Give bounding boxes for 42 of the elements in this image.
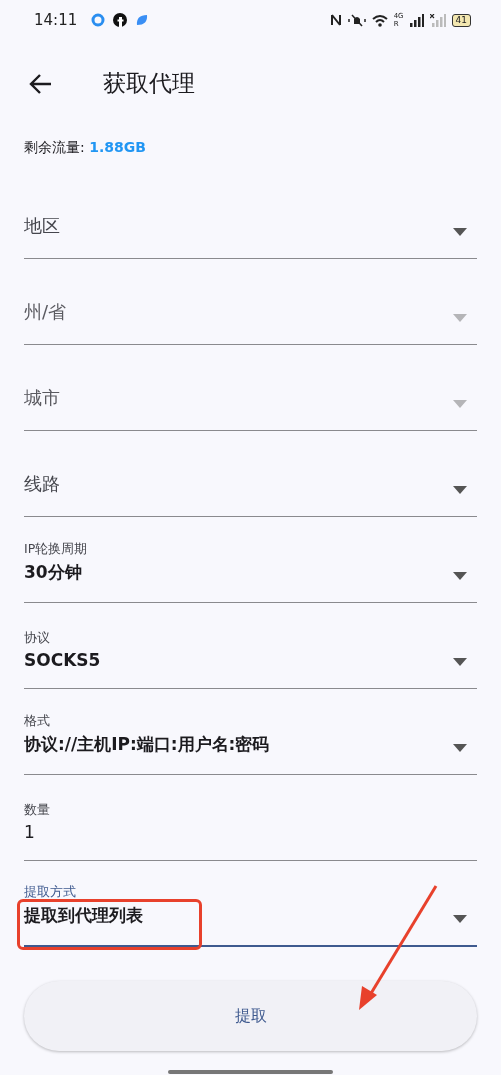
field-label: 州/省 <box>24 300 67 324</box>
dropdown-field[interactable]: 线路 <box>24 431 477 517</box>
signal-icon <box>409 13 424 27</box>
field-value: SOCKS5 <box>24 650 101 670</box>
circle-icon <box>113 13 128 27</box>
field-value: 提取到代理列表 <box>24 904 143 927</box>
dropdown-arrow-icon <box>453 400 467 408</box>
field-value: 1 <box>24 822 35 842</box>
dropdown-arrow-icon <box>453 658 467 666</box>
dropdown-field[interactable]: 协议 SOCKS5 <box>24 603 477 689</box>
field-label: 地区 <box>24 214 60 238</box>
no-signal-icon <box>429 13 446 27</box>
field-label: 城市 <box>24 386 60 410</box>
dropdown-field[interactable]: 提取方式 提取到代理列表 <box>24 861 477 947</box>
field-label: 提取方式 <box>24 884 76 901</box>
extract-button[interactable]: 提取 <box>24 981 477 1051</box>
input-field[interactable]: 数量 1 <box>24 775 477 861</box>
field-value: 30分钟 <box>24 561 82 584</box>
muted-bell-icon <box>347 13 366 27</box>
battery-level: 41 <box>451 13 471 27</box>
field-value: 协议://主机IP:端口:用户名:密码 <box>24 733 270 756</box>
dropdown-arrow-icon <box>453 228 467 236</box>
page-title: 获取代理 <box>103 69 195 98</box>
ring-icon <box>91 13 106 27</box>
dropdown-arrow-icon <box>453 915 467 923</box>
dropdown-field[interactable]: IP轮换周期 30分钟 <box>24 517 477 603</box>
field-label: 线路 <box>24 472 60 496</box>
field-label: IP轮换周期 <box>24 541 88 558</box>
dropdown-arrow-icon <box>453 744 467 752</box>
dropdown-arrow-icon <box>453 314 467 322</box>
field-label: 协议 <box>24 630 50 647</box>
dropdown-field[interactable]: 格式 协议://主机IP:端口:用户名:密码 <box>24 689 477 775</box>
status-time: 14:11 <box>34 11 78 29</box>
dropdown-arrow-icon <box>453 486 467 494</box>
dropdown-arrow-icon <box>453 572 467 580</box>
balance-text: 剩余流量: 1.88GB <box>23 138 147 157</box>
field-label: 格式 <box>24 713 50 730</box>
nfc-icon <box>329 13 342 27</box>
leaf-icon <box>135 13 150 27</box>
field-label: 数量 <box>24 802 50 819</box>
dropdown-field[interactable]: 地区 <box>24 173 477 259</box>
wifi-icon <box>371 13 388 27</box>
